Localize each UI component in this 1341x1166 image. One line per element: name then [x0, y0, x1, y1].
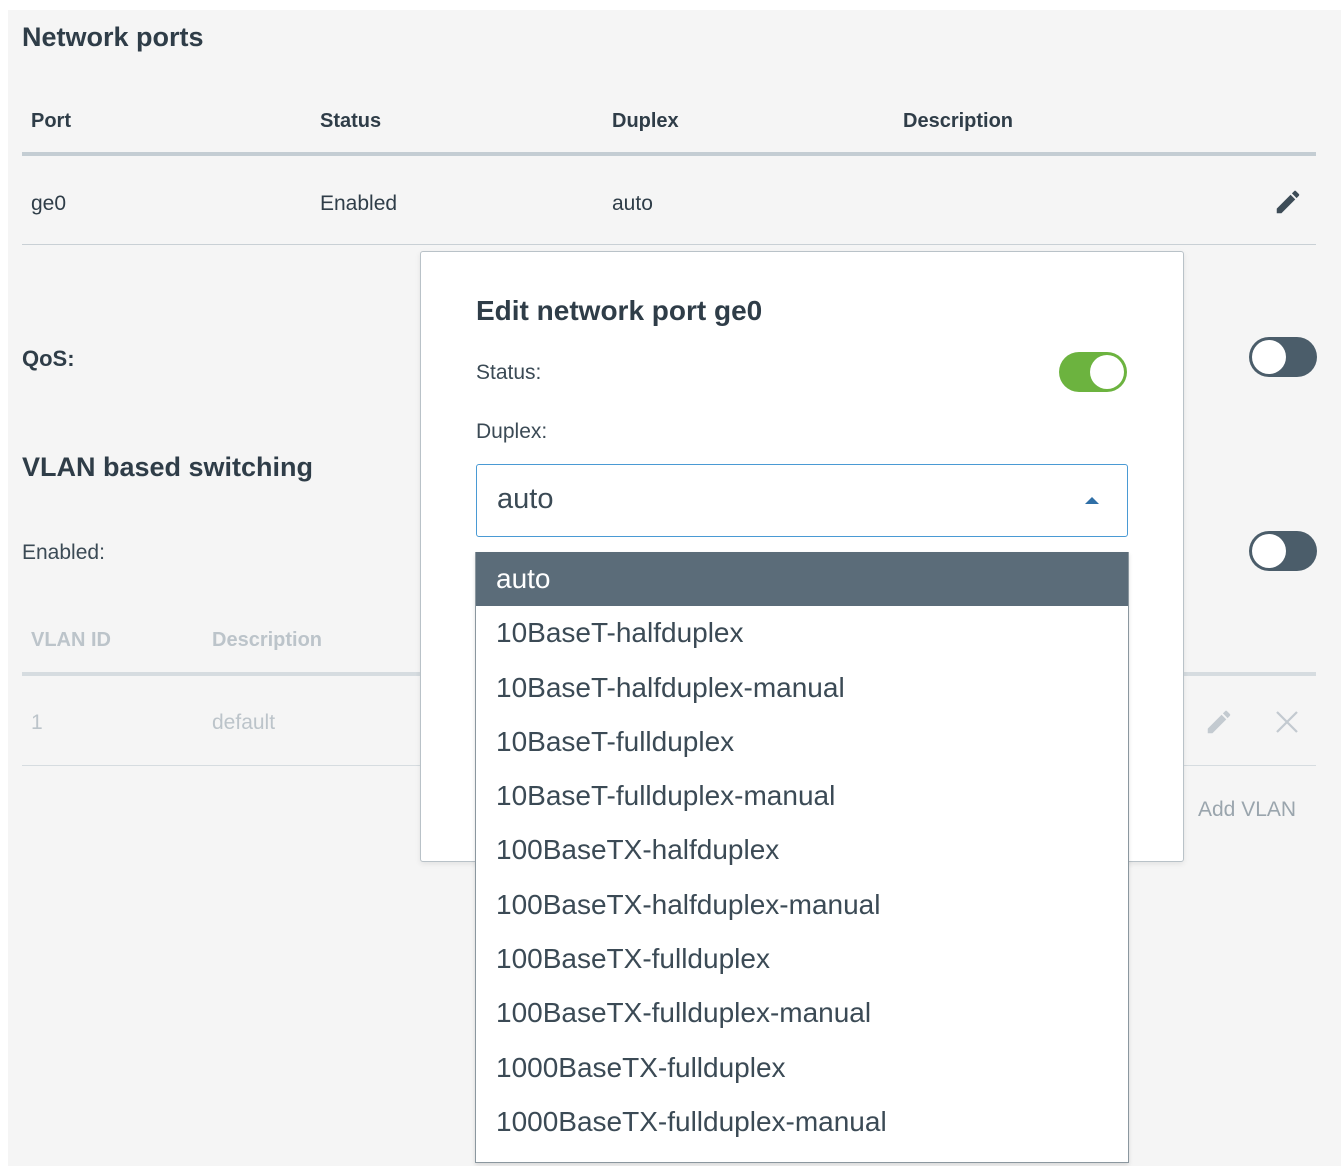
- dropdown-option[interactable]: 10BaseT-halfduplex-manual: [476, 661, 1128, 715]
- col-header-description: Description: [903, 110, 1014, 132]
- vlan-enabled-toggle[interactable]: [1249, 531, 1317, 571]
- vlan-col-header-description: Description: [212, 629, 323, 651]
- qos-toggle[interactable]: [1249, 337, 1317, 377]
- status-label: Status:: [476, 361, 542, 384]
- modal-title: Edit network port ge0: [476, 295, 763, 326]
- col-header-status: Status: [320, 110, 382, 132]
- duplex-dropdown-list: auto 10BaseT-halfduplex 10BaseT-halfduplex…: [475, 552, 1129, 1163]
- network-ports-title: Network ports: [22, 22, 204, 52]
- table-row-divider: [22, 244, 1316, 245]
- vlan-delete-close-icon[interactable]: [1272, 707, 1302, 737]
- status-cell: Enabled: [320, 192, 398, 215]
- dropdown-option[interactable]: 100BaseTX-halfduplex-manual: [476, 878, 1128, 932]
- duplex-cell: auto: [612, 192, 653, 215]
- duplex-label: Duplex:: [476, 420, 548, 443]
- table-header-rule: [22, 152, 1316, 156]
- dropdown-option[interactable]: 10BaseT-fullduplex: [476, 715, 1128, 769]
- qos-label: QoS:: [22, 346, 75, 371]
- vlan-enabled-label: Enabled:: [22, 541, 105, 564]
- dropdown-option[interactable]: 1000BaseTX-fullduplex-manual: [476, 1095, 1128, 1149]
- dropdown-option[interactable]: auto: [476, 552, 1128, 607]
- port-cell: ge0: [31, 192, 67, 215]
- col-header-port: Port: [31, 110, 71, 132]
- dropdown-option[interactable]: 100BaseTX-fullduplex-manual: [476, 986, 1128, 1040]
- dropdown-option[interactable]: 100BaseTX-fullduplex: [476, 932, 1128, 986]
- edit-pencil-icon[interactable]: [1273, 187, 1303, 217]
- col-header-duplex: Duplex: [612, 110, 679, 132]
- status-toggle[interactable]: [1059, 352, 1127, 392]
- toggle-knob: [1090, 355, 1124, 389]
- dropdown-option[interactable]: 10BaseT-fullduplex-manual: [476, 769, 1128, 823]
- toggle-knob: [1252, 534, 1286, 568]
- dropdown-option[interactable]: 10BaseT-halfduplex: [476, 606, 1128, 660]
- vlan-col-header-id: VLAN ID: [31, 629, 111, 651]
- vlan-title: VLAN based switching: [22, 452, 314, 482]
- vlan-id-cell: 1: [31, 711, 43, 734]
- vlan-description-cell: default: [212, 711, 276, 734]
- caret-up-icon: [1085, 497, 1099, 504]
- dropdown-option[interactable]: 100BaseTX-halfduplex: [476, 823, 1128, 877]
- vlan-edit-pencil-icon[interactable]: [1204, 707, 1234, 737]
- toggle-knob: [1252, 340, 1286, 374]
- duplex-select[interactable]: auto: [476, 464, 1128, 537]
- duplex-select-value: auto: [497, 483, 554, 515]
- add-vlan-button[interactable]: Add VLAN: [1198, 798, 1296, 822]
- dropdown-option[interactable]: 1000BaseTX-fullduplex: [476, 1041, 1128, 1095]
